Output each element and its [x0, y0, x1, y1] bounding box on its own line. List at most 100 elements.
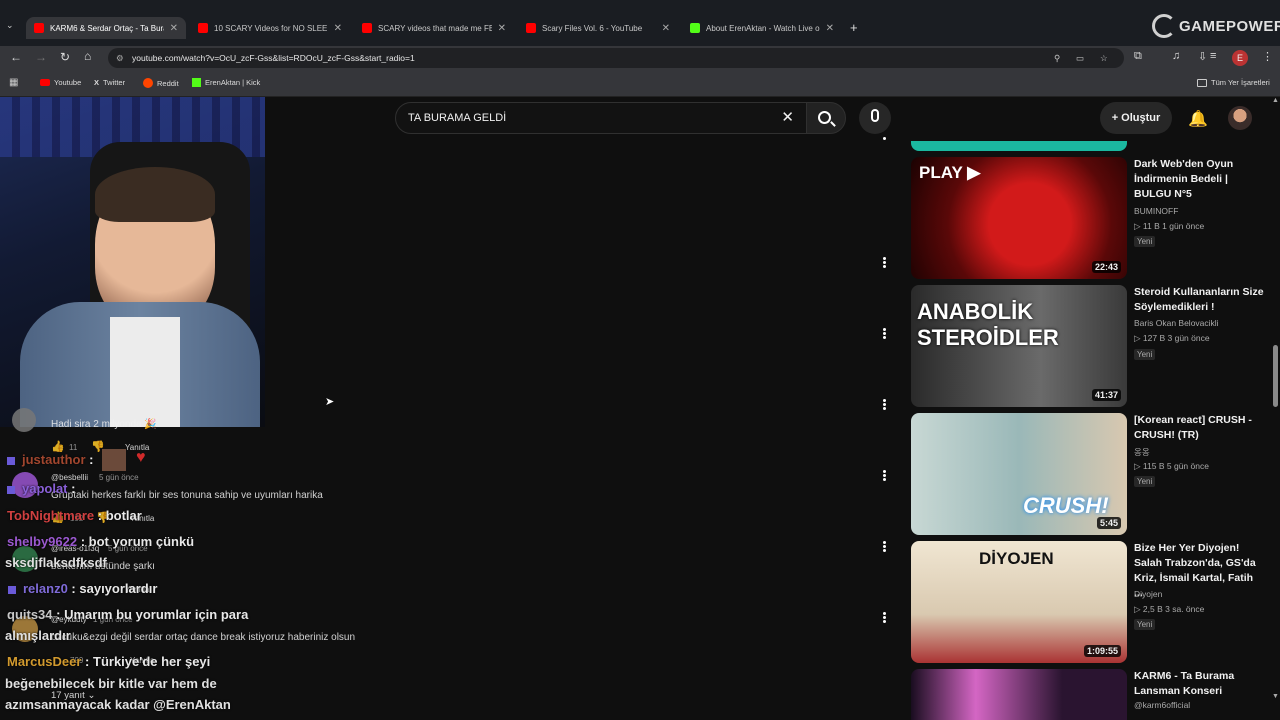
chat-message: justauthor : — [22, 452, 94, 467]
video-thumbnail[interactable]: ANABOLİK STEROİDLER 41:37 — [911, 285, 1127, 407]
chat-message: yapolat : — [22, 481, 76, 496]
more-options-icon[interactable] — [880, 136, 888, 152]
scrollbar[interactable]: ▲ ▼ — [1270, 97, 1280, 720]
x-logo-icon: X — [94, 78, 100, 87]
channel-name[interactable]: Baris Okan Belovacikli — [1134, 318, 1219, 328]
back-icon[interactable]: ← — [10, 50, 22, 64]
gamepower-logo-icon — [1152, 14, 1176, 38]
youtube-icon — [362, 23, 372, 33]
home-icon[interactable]: ⌂ — [84, 49, 91, 63]
chat-message: almışlardır — [5, 628, 71, 643]
media-icon[interactable]: ♫ — [1172, 50, 1180, 62]
close-tab-icon[interactable]: ✕ — [498, 23, 506, 34]
download-icon[interactable]: ⇩ — [1198, 50, 1207, 63]
more-options-icon[interactable] — [880, 469, 888, 485]
video-title[interactable]: [Korean react] CRUSH - CRUSH! (TR) — [1134, 413, 1264, 443]
video-thumbnail[interactable] — [911, 669, 1127, 720]
chat-message: sksdjflaksdfksdf — [5, 555, 107, 570]
close-tab-icon[interactable]: ✕ — [662, 23, 670, 34]
person-hair — [95, 167, 215, 222]
mouse-cursor-icon: ➤ — [325, 396, 335, 408]
browser-tab[interactable]: Scary Files Vol. 6 - YouTube ✕ — [518, 17, 678, 39]
extensions-icon[interactable]: ⧉ — [1134, 50, 1142, 63]
zoom-icon[interactable]: ⚲ — [1054, 48, 1060, 68]
channel-name[interactable]: BUMINOFF — [1134, 206, 1178, 216]
notifications-bell-icon[interactable]: 🔔 — [1188, 109, 1208, 129]
more-options-icon[interactable] — [880, 398, 888, 414]
video-thumbnail[interactable]: DİYOJEN 1:09:55 — [911, 541, 1127, 663]
all-bookmarks[interactable]: Tüm Yer İşaretleri — [1197, 78, 1270, 87]
video-duration: 5:45 — [1096, 517, 1121, 529]
chat-badge-icon — [7, 457, 15, 465]
channel-name[interactable]: 옹옹 — [1134, 446, 1150, 458]
more-options-icon[interactable] — [880, 327, 888, 343]
bookmark-youtube[interactable]: Youtube — [40, 78, 81, 87]
site-info-icon[interactable]: ⚙ — [116, 48, 124, 68]
browser-toolbar: ← → ↻ ⌂ ⚙ youtube.com/watch?v=OcU_zcF-Gs… — [0, 46, 1280, 70]
bookmark-twitter[interactable]: X Twitter — [94, 78, 125, 87]
youtube-icon — [40, 79, 50, 86]
browser-tab[interactable]: SCARY videos that made me FEAR ✕ — [354, 17, 514, 39]
channel-name[interactable]: Diyojen — [1134, 589, 1162, 599]
profile-avatar[interactable]: E — [1232, 50, 1248, 66]
chat-message: azımsanmayacak kadar @ErenAktan — [5, 697, 231, 712]
chat-badge-icon — [7, 486, 15, 494]
browser-tab[interactable]: About ErenAktan - Watch Live on K ✕ — [682, 17, 842, 39]
video-duration: 41:37 — [1091, 389, 1121, 401]
close-tab-icon[interactable]: ✕ — [170, 23, 178, 34]
thumbnail-text: CRUSH! — [1023, 493, 1109, 518]
more-options-icon[interactable] — [880, 540, 888, 556]
voice-search-button[interactable] — [859, 102, 891, 134]
video-title[interactable]: KARM6 - Ta Burama Lansman Konseri — [1134, 669, 1264, 699]
comment-avatar — [12, 408, 36, 432]
bookmark-kick[interactable]: ErenAktan | Kick — [192, 78, 260, 87]
more-options-icon[interactable] — [880, 611, 888, 627]
video-thumbnail[interactable]: CRUSH! 5:45 — [911, 413, 1127, 535]
new-tab-button[interactable]: + — [850, 20, 858, 35]
scrollbar-thumb[interactable] — [1273, 345, 1278, 407]
clear-search-icon[interactable]: ✕ — [781, 103, 794, 133]
video-stats: ▷ 2,5 B 3 sa. önce — [1134, 604, 1205, 614]
chat-emote — [102, 449, 126, 471]
youtube-icon — [198, 23, 208, 33]
create-button[interactable]: + Oluştur — [1100, 102, 1172, 134]
browser-tab[interactable]: KARM6 & Serdar Ortaç - Ta Buram ✕ — [26, 17, 186, 39]
new-badge: Yeni — [1134, 236, 1156, 247]
chat-message: relanz0 : sayıyorlardır — [23, 581, 158, 596]
close-tab-icon[interactable]: ✕ — [826, 23, 834, 34]
browser-tab[interactable]: 10 SCARY Videos for NO SLEEP - Y ✕ — [190, 17, 350, 39]
thumbnail-text: PLAY ▶ — [919, 163, 981, 182]
video-title[interactable]: Dark Web'den Oyun İndirmenin Bedeli | BU… — [1134, 157, 1264, 202]
chat-message: TobNightmare : botlar — [7, 508, 142, 523]
menu-icon[interactable]: ⋮ — [1262, 50, 1273, 63]
scroll-up-icon[interactable]: ▲ — [1272, 97, 1279, 104]
tab-list-button[interactable]: ⌄ — [6, 20, 20, 34]
new-badge: Yeni — [1134, 619, 1156, 630]
search-button[interactable] — [806, 102, 846, 134]
reload-icon[interactable]: ↻ — [60, 50, 70, 64]
chat-message: shelby9622 : bot yorum çünkü — [7, 534, 195, 549]
recommendation-partial-top[interactable] — [911, 141, 1127, 151]
reading-list-icon[interactable]: ≡ — [1210, 50, 1216, 62]
chat-message: quits34 : Umarım bu yorumlar için para — [7, 607, 249, 622]
bookmarks-bar: ▦ Youtube X Twitter Reddit ErenAktan | K… — [0, 70, 1280, 97]
close-tab-icon[interactable]: ✕ — [334, 23, 342, 34]
search-input[interactable]: TA BURAMA GELDİ ✕ — [395, 102, 807, 134]
video-thumbnail[interactable]: PLAY ▶ 22:43 — [911, 157, 1127, 279]
bookmark-star-icon[interactable]: ☆ — [1100, 48, 1108, 68]
bookmark-reddit[interactable]: Reddit — [143, 78, 179, 88]
more-options-icon[interactable] — [880, 256, 888, 272]
account-avatar[interactable] — [1228, 106, 1252, 130]
apps-icon[interactable]: ▦ — [9, 77, 18, 88]
kick-icon — [690, 23, 700, 33]
video-duration: 1:09:55 — [1083, 645, 1121, 657]
forward-icon[interactable]: → — [35, 50, 47, 64]
folder-icon — [1197, 78, 1207, 87]
address-bar[interactable]: ⚙ youtube.com/watch?v=OcU_zcF-Gss&list=R… — [108, 48, 1124, 68]
channel-name[interactable]: @karm6official — [1134, 700, 1190, 710]
cast-icon[interactable]: ▭ — [1076, 48, 1084, 68]
video-stats: ▷ 127 B 3 gün önce — [1134, 333, 1210, 343]
scroll-down-icon[interactable]: ▼ — [1272, 693, 1279, 700]
new-badge: Yeni — [1134, 476, 1156, 487]
video-title[interactable]: Steroid Kullananların Size Söylemedikler… — [1134, 285, 1264, 315]
